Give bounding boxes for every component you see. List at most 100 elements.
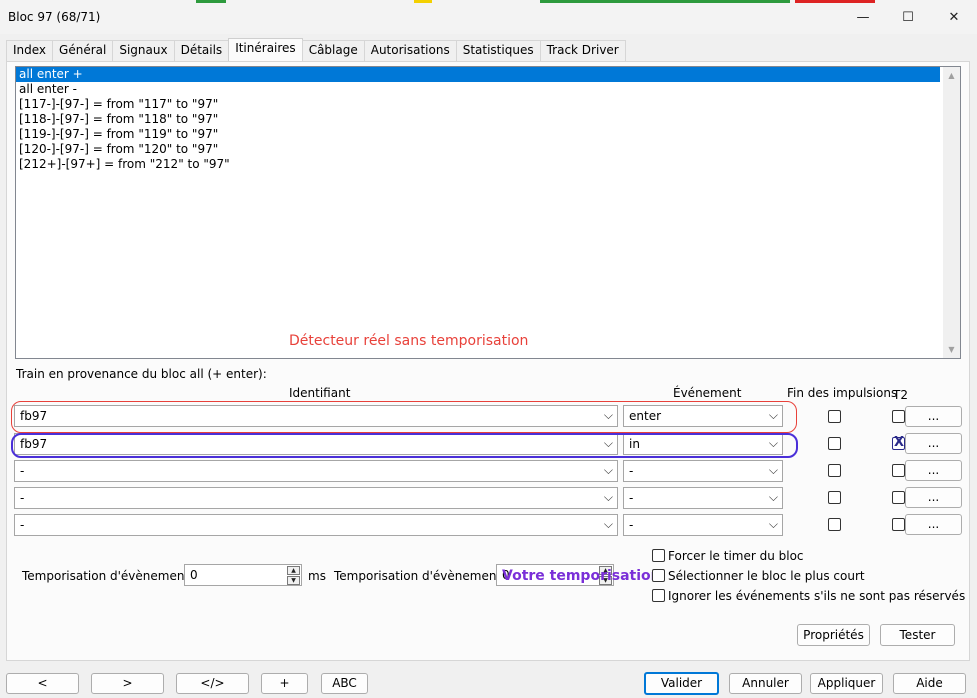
add-button[interactable]: +	[261, 673, 308, 694]
t2-checkbox[interactable]	[892, 464, 905, 477]
identifier-value: -	[20, 464, 25, 478]
chevron-down-icon: ⌵	[603, 517, 613, 531]
identifier-select[interactable]: - ⌵	[14, 514, 618, 536]
annotation-outline-blue	[11, 433, 798, 458]
end-pulses-checkbox[interactable]	[828, 491, 841, 504]
tab-details[interactable]: Détails	[173, 40, 230, 61]
list-item[interactable]: [117-]-[97-] = from "117" to "97"	[16, 97, 960, 112]
window-title: Bloc 97 (68/71)	[8, 10, 101, 24]
event-select[interactable]: - ⌵	[623, 460, 783, 482]
tab-track-driver[interactable]: Track Driver	[539, 40, 626, 61]
identifier-value: -	[20, 491, 25, 505]
minimize-button[interactable]: —	[845, 4, 881, 30]
event-select[interactable]: - ⌵	[623, 487, 783, 509]
chevron-down-icon: ⌵	[603, 490, 613, 504]
more-button[interactable]: ...	[905, 433, 962, 454]
next-button[interactable]: >	[91, 673, 164, 694]
event-value: -	[629, 491, 634, 505]
help-button[interactable]: Aide	[893, 673, 966, 694]
annotation-blue: Votre temporisation	[502, 568, 661, 584]
identifier-value: -	[20, 518, 25, 532]
tab-signals[interactable]: Signaux	[112, 40, 175, 61]
end-pulses-checkbox[interactable]	[828, 410, 841, 423]
scroll-up-icon[interactable]: ▲	[943, 67, 960, 84]
event1-timer-spinner[interactable]: 0 ▲ ▼	[184, 564, 302, 586]
tab-permissions[interactable]: Autorisations	[363, 40, 457, 61]
column-header-event: Événement	[673, 386, 742, 400]
t2-checkbox[interactable]	[892, 435, 905, 450]
tab-routes[interactable]: Itinéraires	[228, 38, 303, 61]
tab-statistics[interactable]: Statistiques	[455, 40, 541, 61]
event-value: -	[629, 464, 634, 478]
chevron-down-icon: ⌵	[768, 517, 778, 531]
column-header-identifier: Identifiant	[289, 386, 351, 400]
list-scrollbar[interactable]: ▲ ▼	[943, 67, 960, 358]
option-checkbox[interactable]	[652, 589, 665, 602]
t2-checkbox[interactable]	[892, 518, 905, 531]
spin-down-icon[interactable]: ▼	[287, 576, 300, 585]
list-item[interactable]: [212+]-[97+] = from "212" to "97"	[16, 157, 960, 172]
event1-timer-label: Temporisation d'évènement 1	[22, 569, 201, 583]
option-label: Ignorer les événements s'ils ne sont pas…	[668, 589, 966, 603]
bottom-bar: < > </> + ABC Valider Annuler Appliquer …	[0, 665, 977, 698]
background-strip	[414, 0, 432, 3]
background-strip	[540, 0, 790, 3]
previous-button[interactable]: <	[6, 673, 79, 694]
close-icon: ✕	[948, 9, 960, 25]
event2-timer-label: Temporisation d'évènement 2	[334, 569, 513, 583]
list-item[interactable]: all enter +	[16, 67, 940, 82]
end-pulses-checkbox[interactable]	[828, 464, 841, 477]
section-label: Train en provenance du bloc all (+ enter…	[16, 367, 267, 381]
option-label: Sélectionner le bloc le plus court	[668, 569, 865, 583]
maximize-button[interactable]: ☐	[890, 4, 926, 30]
annotation-outline-red	[11, 401, 797, 433]
properties-button[interactable]: Propriétés	[797, 624, 870, 646]
column-header-end-pulses: Fin des impulsions	[787, 386, 898, 400]
event1-timer-value: 0	[190, 568, 198, 582]
background-strip	[795, 0, 875, 3]
list-item[interactable]: all enter -	[16, 82, 960, 97]
t2-checkbox[interactable]	[892, 410, 905, 423]
event1-timer-unit: ms	[308, 569, 326, 583]
maximize-icon: ☐	[902, 9, 914, 25]
column-header-t2: T2	[893, 388, 908, 402]
event-value: -	[629, 518, 634, 532]
more-button[interactable]: ...	[905, 514, 962, 535]
event-select[interactable]: - ⌵	[623, 514, 783, 536]
routes-list[interactable]: all enter + all enter - [117-]-[97-] = f…	[15, 66, 961, 359]
test-button[interactable]: Tester	[880, 624, 955, 646]
tab-wiring[interactable]: Câblage	[301, 40, 365, 61]
background-strip	[196, 0, 226, 3]
end-pulses-checkbox[interactable]	[828, 437, 841, 450]
chevron-down-icon: ⌵	[603, 463, 613, 477]
chevron-down-icon: ⌵	[768, 490, 778, 504]
chevron-down-icon: ⌵	[768, 463, 778, 477]
option-label: Forcer le timer du bloc	[668, 549, 804, 563]
scroll-down-icon[interactable]: ▼	[943, 341, 960, 358]
code-button[interactable]: </>	[176, 673, 249, 694]
tab-index[interactable]: Index	[6, 40, 54, 61]
option-checkbox[interactable]	[652, 569, 665, 582]
end-pulses-checkbox[interactable]	[828, 518, 841, 531]
minimize-icon: —	[856, 9, 870, 25]
tab-general[interactable]: Général	[52, 40, 114, 61]
list-item[interactable]: [120-]-[97-] = from "120" to "97"	[16, 142, 960, 157]
identifier-select[interactable]: - ⌵	[14, 487, 618, 509]
apply-button[interactable]: Appliquer	[810, 673, 883, 694]
more-button[interactable]: ...	[905, 487, 962, 508]
abc-button[interactable]: ABC	[321, 673, 368, 694]
list-item[interactable]: [119-]-[97-] = from "119" to "97"	[16, 127, 960, 142]
more-button[interactable]: ...	[905, 460, 962, 481]
t2-checkbox[interactable]	[892, 491, 905, 504]
identifier-select[interactable]: - ⌵	[14, 460, 618, 482]
close-button[interactable]: ✕	[936, 4, 972, 30]
more-button[interactable]: ...	[905, 406, 962, 427]
cancel-button[interactable]: Annuler	[729, 673, 802, 694]
validate-button[interactable]: Valider	[644, 672, 719, 695]
option-checkbox[interactable]	[652, 549, 665, 562]
annotation-red: Détecteur réel sans temporisation	[289, 333, 529, 349]
title-bar: Bloc 97 (68/71) — ☐ ✕	[0, 0, 977, 34]
list-item[interactable]: [118-]-[97-] = from "118" to "97"	[16, 112, 960, 127]
tab-bar: Index Général Signaux Détails Itinéraire…	[6, 38, 626, 62]
spin-up-icon[interactable]: ▲	[287, 566, 300, 575]
